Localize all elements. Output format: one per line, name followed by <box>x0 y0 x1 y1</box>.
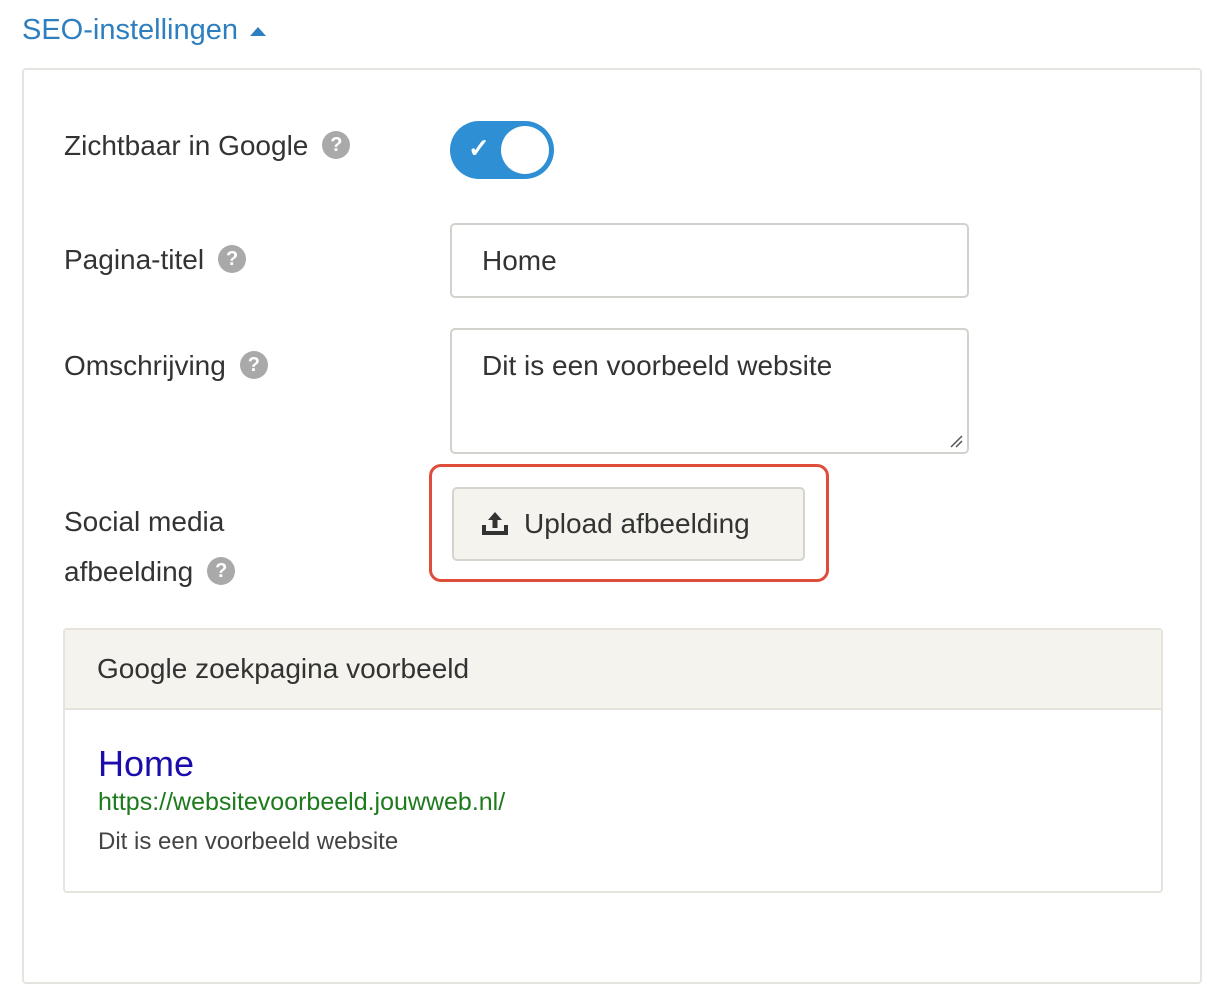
help-icon[interactable]: ? <box>239 350 268 379</box>
social-image-label-line1: Social media <box>64 506 225 537</box>
upload-icon <box>480 511 510 537</box>
description-label: Omschrijving? <box>64 341 268 391</box>
seo-settings-toggle[interactable]: SEO-instellingen <box>22 14 266 47</box>
upload-button-label: Upload afbeelding <box>524 508 750 539</box>
google-preview-card: Google zoekpagina voorbeeld Home https:/… <box>63 628 1163 893</box>
description-text: Dit is een voorbeeld website <box>482 350 833 381</box>
help-icon[interactable]: ? <box>207 556 236 585</box>
help-icon[interactable]: ? <box>218 244 247 273</box>
page-title-label: Pagina-titel? <box>64 235 247 285</box>
google-preview-header: Google zoekpagina voorbeeld <box>65 630 1161 710</box>
social-image-label-line2: afbeelding? <box>64 547 236 597</box>
upload-image-button[interactable]: Upload afbeelding <box>452 487 805 561</box>
visible-in-google-label: Zichtbaar in Google? <box>64 121 351 171</box>
switch-knob <box>501 126 549 174</box>
resize-handle-icon[interactable] <box>949 434 963 448</box>
caret-up-icon <box>250 27 266 36</box>
description-textarea[interactable]: Dit is een voorbeeld website <box>450 328 969 454</box>
help-icon[interactable]: ? <box>322 130 351 159</box>
google-preview-url: https://websitevoorbeeld.jouwweb.nl/ <box>98 788 506 816</box>
google-preview-title: Home <box>98 743 195 784</box>
google-preview-description: Dit is een voorbeeld website <box>98 828 399 855</box>
checkmark-icon: ✓ <box>468 133 490 163</box>
seo-settings-title: SEO-instellingen <box>22 14 238 46</box>
page-title-input[interactable]: Home <box>450 223 969 298</box>
visible-in-google-switch[interactable]: ✓ <box>450 121 554 179</box>
